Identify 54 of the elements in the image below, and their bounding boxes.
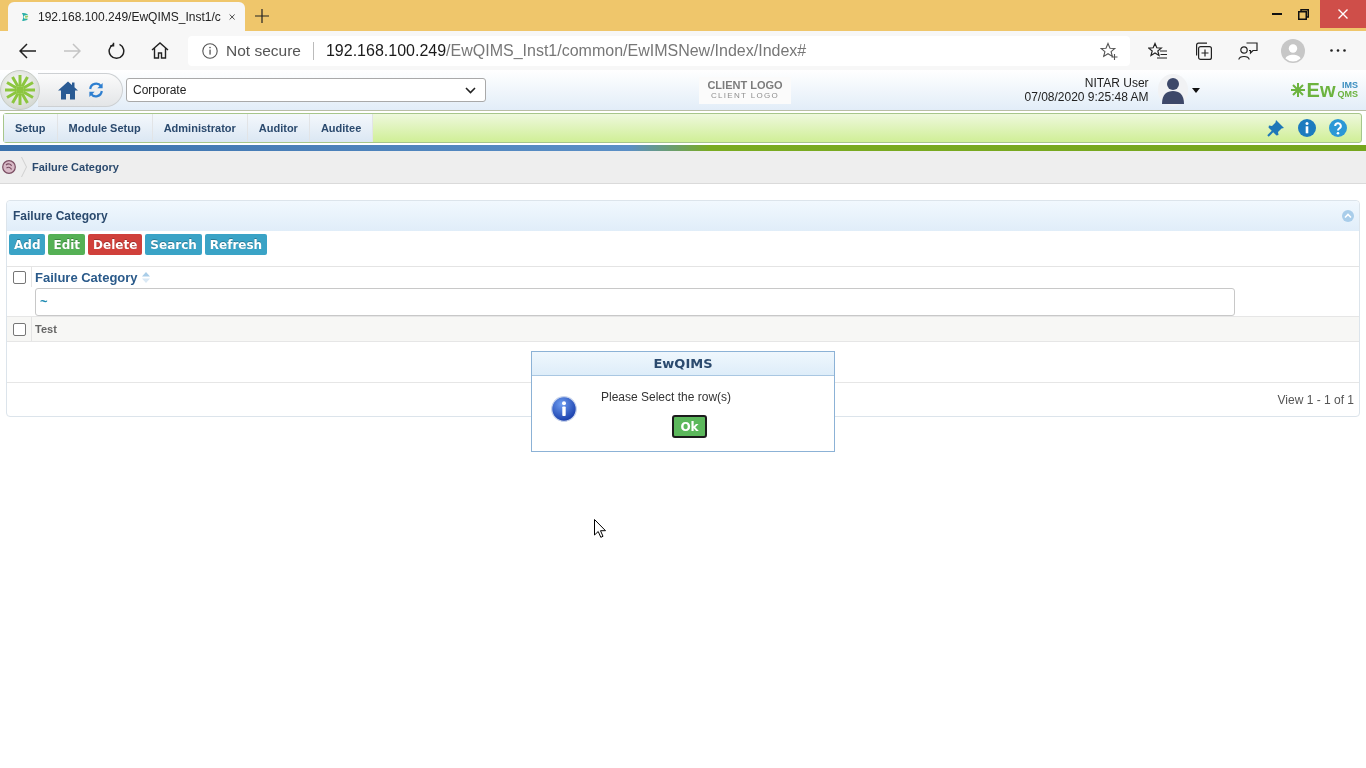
row-checkbox[interactable] — [12, 322, 26, 336]
panel-title: Failure Category — [13, 209, 108, 223]
feedback-icon[interactable] — [1238, 41, 1258, 60]
starburst-logo-icon — [0, 70, 40, 110]
refresh-icon[interactable] — [88, 82, 104, 98]
menu-tab[interactable]: Auditee — [309, 114, 374, 142]
pager-info: View 1 - 1 of 1 — [1277, 392, 1354, 407]
breadcrumb-title: Failure Category — [32, 161, 119, 173]
user-avatar-icon[interactable] — [1157, 74, 1188, 106]
filter-input[interactable]: ~ — [35, 287, 1235, 316]
collections-icon[interactable] — [1194, 41, 1212, 60]
reload-icon[interactable] — [107, 41, 125, 60]
mouse-pointer-icon — [594, 519, 606, 538]
caret-icon — [465, 86, 476, 94]
restore-icon[interactable] — [1297, 8, 1309, 20]
brand-tag: QMS — [1337, 90, 1358, 99]
menu-tab[interactable]: Administrator — [152, 114, 248, 142]
client-logo-title: CLIENT LOGO — [707, 80, 783, 91]
swirl-icon — [2, 160, 16, 174]
location-select[interactable]: Corporate — [126, 78, 486, 102]
browser-tab[interactable]: 192.168.100.249/EwQIMS_Inst1/c — [8, 2, 245, 31]
brand-name: Ew — [1306, 80, 1336, 100]
address-bar[interactable]: Not secure 192.168.100.249/EwQIMS_Inst1/common/EwIMSNew/Index/Index# — [188, 35, 1130, 66]
more-icon[interactable] — [1330, 49, 1346, 52]
url-text[interactable]: 192.168.100.249/EwQIMS_Inst1/common/EwIMSNew/Index/Index# — [325, 41, 807, 60]
table-cell: Test — [35, 323, 57, 335]
snowflake-icon — [1290, 83, 1305, 97]
pushpin-icon[interactable] — [1267, 119, 1285, 137]
close-icon — [1338, 9, 1348, 19]
caret-down-icon[interactable] — [1191, 87, 1200, 93]
menu-tab[interactable]: Setup — [4, 114, 58, 142]
favorites-icon[interactable] — [1148, 41, 1168, 60]
plus-icon[interactable] — [255, 9, 269, 23]
star-plus-icon[interactable] — [1100, 41, 1118, 60]
help-icon[interactable] — [1329, 119, 1347, 137]
menu-tab[interactable]: Auditor — [247, 114, 310, 142]
security-label[interactable]: Not secure — [226, 41, 301, 60]
back-arrow-icon[interactable] — [19, 42, 37, 59]
dialog-message: Please Select the row(s) — [601, 390, 732, 404]
info-icon[interactable] — [1298, 119, 1316, 137]
home-icon[interactable] — [58, 80, 78, 100]
info-icon — [551, 396, 577, 422]
menu-tab[interactable]: Module Setup — [57, 114, 153, 142]
user-name: NITAR User — [1084, 76, 1149, 90]
client-logo-subtitle: CLIENT LOGO — [711, 92, 779, 100]
info-icon[interactable] — [202, 42, 218, 59]
dialog-title: EwQIMS — [532, 352, 834, 376]
brand-tag: IMS — [1337, 81, 1358, 90]
login-datetime: 07/08/2020 9:25:48 AM — [1024, 90, 1149, 104]
close-icon[interactable] — [228, 11, 235, 22]
select-all-checkbox[interactable] — [12, 270, 26, 284]
column-header[interactable]: Failure Category — [35, 269, 138, 285]
toolbar-button[interactable]: Delete — [88, 234, 143, 255]
home-icon[interactable] — [151, 42, 169, 59]
